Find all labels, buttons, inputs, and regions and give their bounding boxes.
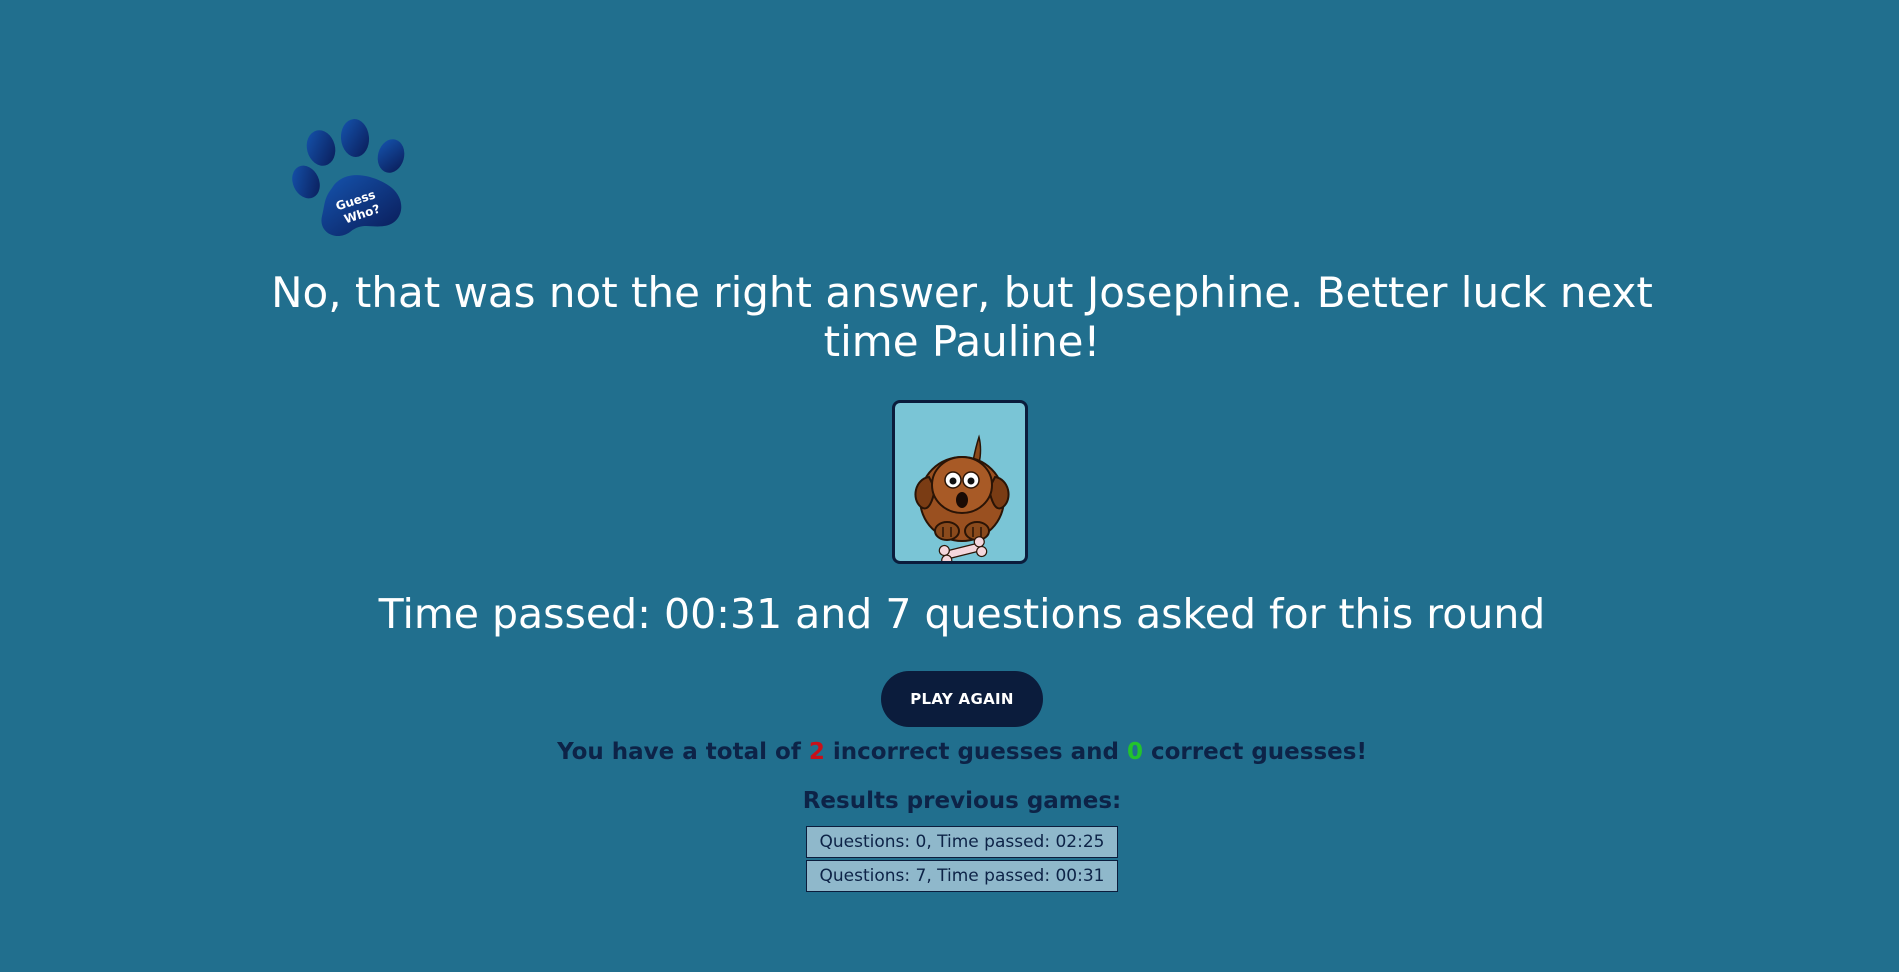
paw-icon: Guess Who?: [292, 119, 405, 237]
dog-illustration: [914, 434, 1010, 561]
play-again-button[interactable]: PLAY AGAIN: [881, 671, 1043, 727]
result-entry: Questions: 7, Time passed: 00:31: [806, 860, 1118, 892]
character-card: [892, 400, 1028, 564]
guess-totals: You have a total of 2 incorrect guesses …: [250, 737, 1674, 767]
result-entry: Questions: 0, Time passed: 02:25: [806, 826, 1118, 858]
totals-suffix: correct guesses!: [1142, 739, 1367, 765]
incorrect-count: 2: [808, 739, 825, 765]
totals-prefix: You have a total of: [557, 739, 809, 765]
correct-count: 0: [1126, 739, 1143, 765]
results-title: Results previous games:: [802, 788, 1122, 814]
result-message: No, that was not the right answer, but J…: [271, 268, 1653, 366]
guess-who-logo: Guess Who?: [292, 116, 408, 240]
totals-middle: incorrect guesses and: [824, 739, 1127, 765]
results-list: Questions: 0, Time passed: 02:25 Questio…: [806, 826, 1118, 894]
round-summary: Time passed: 00:31 and 7 questions asked…: [378, 590, 1546, 638]
